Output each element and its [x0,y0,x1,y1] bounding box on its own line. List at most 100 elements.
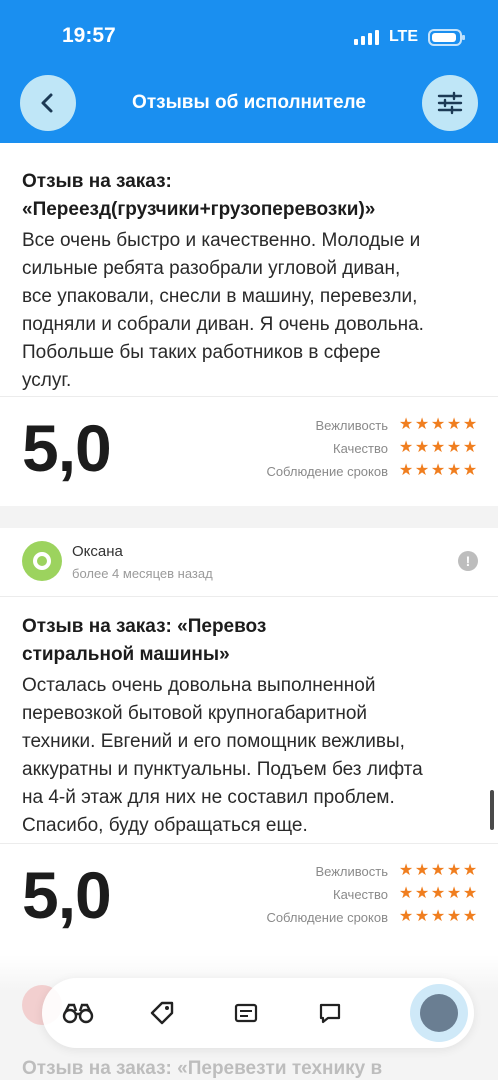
star-icon: ★ [414,416,430,433]
divider [0,843,498,844]
star-icon: ★ [414,462,430,479]
rating-label: Соблюдение сроков [266,909,388,925]
star-icon: ★ [430,862,446,879]
review-text-line: подняли и собрали диван. Я очень довольн… [22,314,424,335]
review-date: более 4 месяцев назад [72,566,213,581]
nav-orders[interactable] [228,995,264,1031]
star-rating: ★ ★ ★ ★ ★ [398,417,478,433]
star-icon: ★ [414,885,430,902]
chat-icon [319,1003,341,1024]
review-text-line: Осталась очень довольна выполненной [22,675,376,696]
signal-icon [353,29,379,45]
review-text-line: сильные ребята разобрали угловой диван, [22,258,401,279]
star-icon: ★ [398,416,414,433]
review-text-line: техники. Евгений и его помощник вежливы, [22,731,405,752]
network-label: LTE [388,28,418,45]
review-title-partial: Отзыв на заказ: «Перевезти технику в [22,1058,383,1079]
nav-messages[interactable] [312,995,348,1031]
star-icon: ★ [462,462,478,479]
avatar [22,541,62,581]
star-icon: ★ [414,439,430,456]
review-text-line: Все очень быстро и качественно. Молодые … [22,230,421,251]
star-rating: ★ ★ ★ ★ ★ [398,440,478,456]
star-icon: ★ [462,439,478,456]
score-value: 5,0 [22,411,112,485]
star-rating: ★ ★ ★ ★ ★ [398,463,478,479]
nav-offers[interactable] [144,995,180,1031]
rating-row-quality: Качество ★ ★ ★ ★ ★ [333,886,478,902]
star-icon: ★ [398,439,414,456]
star-icon: ★ [446,862,462,879]
status-bar: 19:57 LTE [0,20,498,54]
status-time: 19:57 [62,24,116,47]
nav-search[interactable] [60,995,96,1031]
star-rating: ★ ★ ★ ★ ★ [398,886,478,902]
star-icon: ★ [446,462,462,479]
bottom-navigation [42,978,474,1048]
star-icon: ★ [446,908,462,925]
star-icon: ★ [446,439,462,456]
review-title-line: «Переезд(грузчики+грузоперевозки)» [22,199,376,220]
review-text-line: аккуратны и пунктуальны. Подъем без лифт… [22,759,423,780]
binoculars-icon [62,1003,94,1024]
rating-label: Качество [333,886,388,902]
rating-row-politeness: Вежливость ★ ★ ★ ★ ★ [315,417,478,433]
star-icon: ★ [462,885,478,902]
review-title-line: стиральной машины» [22,644,230,665]
rating-label: Соблюдение сроков [266,463,388,479]
review-text-line: все упаковали, снесли в машину, перевезл… [22,286,418,307]
review-title: Отзыв на заказ: «Перевоз стиральной маши… [22,613,472,669]
orders-icon [234,1003,258,1023]
divider [0,396,498,397]
star-icon: ★ [430,416,446,433]
star-rating: ★ ★ ★ ★ ★ [398,909,478,925]
rating-row-politeness: Вежливость ★ ★ ★ ★ ★ [315,863,478,879]
rating-label: Качество [333,440,388,456]
review-title-line: Отзыв на заказ: [22,171,172,192]
rating-label: Вежливость [315,863,388,879]
app-header: 19:57 LTE Отзывы об исполнителе [0,0,498,143]
star-rating: ★ ★ ★ ★ ★ [398,863,478,879]
star-icon: ★ [430,462,446,479]
score-value: 5,0 [22,858,112,932]
star-icon: ★ [462,908,478,925]
profile-avatar [420,994,458,1032]
status-right: LTE [353,28,465,46]
star-icon: ★ [430,885,446,902]
star-icon: ★ [398,462,414,479]
review-text: Все очень быстро и качественно. Молодые … [22,227,482,395]
star-icon: ★ [430,908,446,925]
review-title: Отзыв на заказ: «Переезд(грузчики+грузоп… [22,168,472,224]
review-text-line: Побольше бы таких работников в сфере [22,342,381,363]
scrollbar[interactable] [490,790,494,830]
nav-profile[interactable] [410,984,468,1042]
star-icon: ★ [462,416,478,433]
battery-icon [428,28,465,46]
star-icon: ★ [430,439,446,456]
filter-button[interactable] [422,75,478,131]
review-text-line: Спасибо, буду обращаться еще. [22,815,308,836]
review-text-line: услуг. [22,370,72,391]
report-icon[interactable]: ! [458,551,478,571]
star-icon: ★ [414,908,430,925]
rating-label: Вежливость [315,417,388,433]
divider [0,596,498,597]
section-separator [0,506,498,528]
star-icon: ★ [446,885,462,902]
tag-icon [150,1001,174,1025]
author-name[interactable]: Оксана [72,543,123,560]
review-text-line: на 4-й этаж для них не составил проблем. [22,787,395,808]
review-title-line: Отзыв на заказ: «Перевоз [22,616,267,637]
star-icon: ★ [414,862,430,879]
star-icon: ★ [446,416,462,433]
star-icon: ★ [398,862,414,879]
star-icon: ★ [398,908,414,925]
rating-row-deadlines: Соблюдение сроков ★ ★ ★ ★ ★ [266,909,478,925]
star-icon: ★ [462,862,478,879]
star-icon: ★ [398,885,414,902]
review-text-line: перевозкой бытовой крупногабаритной [22,703,368,724]
rating-row-quality: Качество ★ ★ ★ ★ ★ [333,440,478,456]
review-text: Осталась очень довольна выполненной пере… [22,672,482,840]
filter-sliders-icon [437,91,463,115]
rating-row-deadlines: Соблюдение сроков ★ ★ ★ ★ ★ [266,463,478,479]
